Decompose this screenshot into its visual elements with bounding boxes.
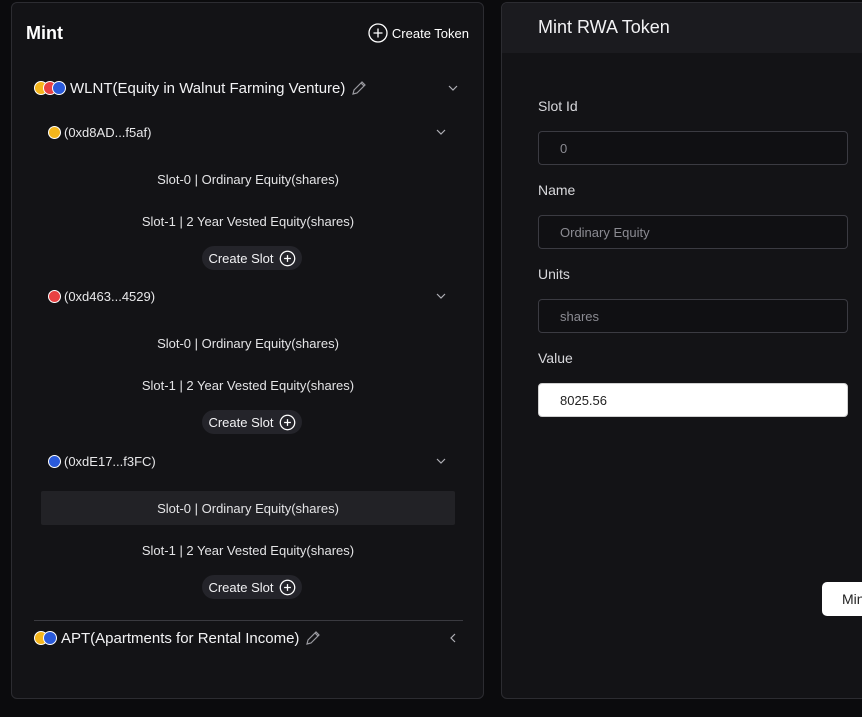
chevron-down-icon[interactable] bbox=[435, 290, 447, 302]
value-label: Value bbox=[538, 350, 573, 366]
slot-row-selected[interactable]: Slot-0 | Ordinary Equity(shares) bbox=[41, 491, 455, 525]
create-slot-label: Create Slot bbox=[208, 250, 274, 266]
slot-row[interactable]: Slot-1 | 2 Year Vested Equity(shares) bbox=[41, 533, 455, 567]
chain-address: (0xd463...4529) bbox=[64, 288, 156, 304]
plus-circle-icon bbox=[368, 23, 388, 43]
slot-label: Slot-1 | 2 Year Vested Equity(shares) bbox=[141, 213, 355, 229]
slot-label: Slot-0 | Ordinary Equity(shares) bbox=[157, 171, 339, 187]
slot-label: Slot-1 | 2 Year Vested Equity(shares) bbox=[141, 542, 355, 558]
pencil-icon[interactable] bbox=[305, 630, 321, 646]
panel-title: Mint bbox=[26, 23, 63, 43]
create-slot-label: Create Slot bbox=[208, 579, 274, 595]
panel-header: Mint RWA Token bbox=[502, 3, 862, 53]
plus-circle-icon bbox=[279, 414, 295, 430]
mint-rwa-token-panel: Mint RWA Token Slot Id 0 Name Ordinary E… bbox=[501, 2, 862, 699]
chevron-down-icon[interactable] bbox=[435, 126, 447, 138]
token-chain-icons bbox=[34, 631, 57, 645]
yellow-coin-icon bbox=[48, 125, 61, 139]
chain-address: (0xdE17...f3FC) bbox=[64, 453, 156, 469]
blue-coin-icon bbox=[52, 81, 66, 95]
slot-label: Slot-0 | Ordinary Equity(shares) bbox=[157, 500, 339, 516]
create-token-label: Create Token bbox=[391, 25, 469, 41]
plus-circle-icon bbox=[279, 250, 295, 266]
chevron-left-icon[interactable] bbox=[447, 632, 459, 644]
create-slot-button[interactable]: Create Slot bbox=[202, 246, 302, 270]
token-row-wlnt[interactable]: WLNT(Equity in Walnut Farming Venture) bbox=[34, 76, 461, 100]
create-slot-button[interactable]: Create Slot bbox=[202, 410, 302, 434]
pencil-icon[interactable] bbox=[351, 80, 367, 96]
mint-panel: Mint Create Token WLNT(Equity in Walnut … bbox=[11, 2, 484, 699]
token-name: WLNT(Equity in Walnut Farming Venture) bbox=[70, 79, 346, 97]
token-row-apt[interactable]: APT(Apartments for Rental Income) bbox=[34, 626, 461, 650]
name-label: Name bbox=[538, 182, 576, 198]
divider bbox=[34, 620, 463, 621]
create-slot-label: Create Slot bbox=[208, 414, 274, 430]
chevron-down-icon[interactable] bbox=[447, 82, 459, 94]
token-name: APT(Apartments for Rental Income) bbox=[61, 629, 300, 647]
blue-coin-icon bbox=[43, 631, 57, 645]
slot-id-field[interactable]: 0 bbox=[538, 131, 848, 165]
chain-row-0[interactable]: (0xd8AD...f5af) bbox=[48, 122, 447, 142]
red-coin-icon bbox=[48, 289, 61, 303]
slot-label: Slot-0 | Ordinary Equity(shares) bbox=[157, 335, 339, 351]
units-field[interactable]: shares bbox=[538, 299, 848, 333]
slot-row[interactable]: Slot-0 | Ordinary Equity(shares) bbox=[41, 326, 455, 360]
slot-id-label: Slot Id bbox=[538, 98, 578, 114]
slot-label: Slot-1 | 2 Year Vested Equity(shares) bbox=[141, 377, 355, 393]
chain-row-2[interactable]: (0xdE17...f3FC) bbox=[48, 451, 447, 471]
blue-coin-icon bbox=[48, 454, 61, 468]
mint-panel-header: Mint Create Token bbox=[26, 23, 469, 47]
chain-row-1[interactable]: (0xd463...4529) bbox=[48, 286, 447, 306]
slot-row[interactable]: Slot-1 | 2 Year Vested Equity(shares) bbox=[41, 368, 455, 402]
slot-row[interactable]: Slot-1 | 2 Year Vested Equity(shares) bbox=[41, 204, 455, 238]
slot-row[interactable]: Slot-0 | Ordinary Equity(shares) bbox=[41, 162, 455, 196]
units-label: Units bbox=[538, 266, 570, 282]
name-field[interactable]: Ordinary Equity bbox=[538, 215, 848, 249]
create-token-button[interactable]: Create Token bbox=[368, 23, 469, 43]
mint-button[interactable]: Mint bbox=[822, 582, 862, 616]
panel-title: Mint RWA Token bbox=[538, 17, 670, 37]
chevron-down-icon[interactable] bbox=[435, 455, 447, 467]
token-chain-icons bbox=[34, 81, 66, 95]
create-slot-button[interactable]: Create Slot bbox=[202, 575, 302, 599]
plus-circle-icon bbox=[279, 579, 295, 595]
value-field[interactable]: 8025.56 bbox=[538, 383, 848, 417]
chain-address: (0xd8AD...f5af) bbox=[64, 124, 152, 140]
